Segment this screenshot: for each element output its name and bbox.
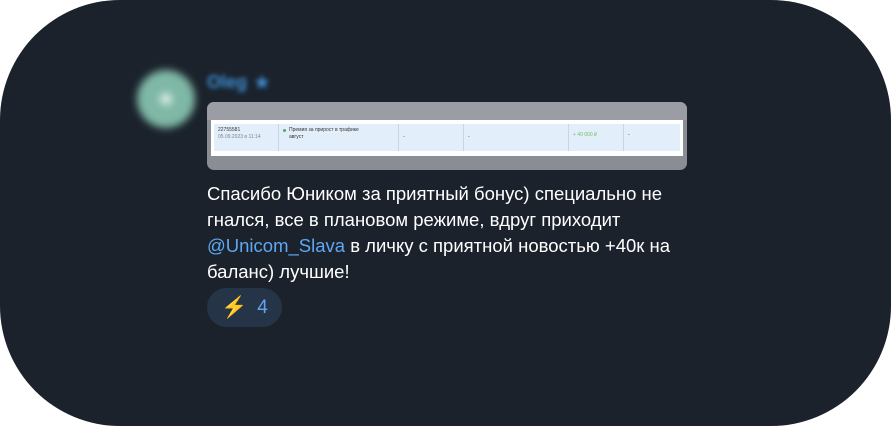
reaction-count: 4: [257, 296, 268, 318]
table-cell-id: 22755581 05.09.2023 в 11:14: [214, 124, 279, 151]
lightning-icon: ⚡: [221, 296, 248, 319]
avatar-icon: [160, 93, 172, 105]
table-cell-amount: + 40 000 ₽: [569, 124, 624, 151]
message-text: Спасибо Юником за приятный бонус) специа…: [207, 181, 707, 285]
status-dot-icon: [283, 129, 286, 132]
reaction-button[interactable]: ⚡ 4: [207, 288, 282, 327]
message-card: Oleg ★ 22755581 05.09.2023 в 11:14 Преми…: [0, 0, 891, 426]
table-cell-4: -: [464, 124, 569, 151]
image-attachment[interactable]: 22755581 05.09.2023 в 11:14 Премия за пр…: [207, 102, 687, 170]
table-screenshot: 22755581 05.09.2023 в 11:14 Премия за пр…: [211, 120, 683, 156]
attachment-top-band: [207, 102, 687, 120]
star-icon: ★: [253, 71, 271, 94]
sender-header: Oleg ★: [207, 72, 271, 93]
table-cell-6: -: [628, 132, 630, 138]
description-line2: август: [289, 133, 304, 140]
sender-name[interactable]: Oleg: [207, 72, 247, 93]
table-cell-description: Премия за прирост в трафике август: [279, 124, 399, 151]
description-line1: Премия за прирост в трафике: [289, 127, 359, 133]
table-cell-3: -: [399, 124, 464, 151]
avatar[interactable]: [137, 70, 195, 128]
table-row: 22755581 05.09.2023 в 11:14 Премия за пр…: [214, 124, 680, 151]
message-text-before: Спасибо Юником за приятный бонус) специа…: [207, 183, 663, 230]
transaction-datetime: 05.09.2023 в 11:14: [218, 133, 261, 140]
mention-link[interactable]: @Unicom_Slava: [207, 235, 345, 256]
